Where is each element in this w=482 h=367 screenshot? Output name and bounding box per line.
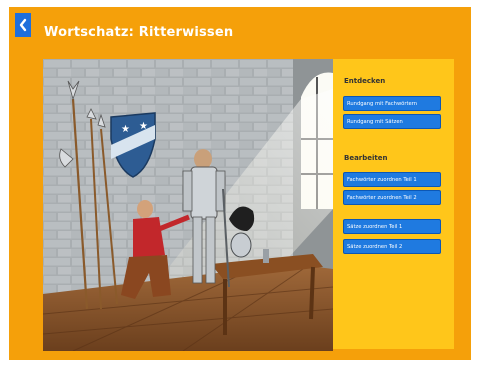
saetze-zuordnen-1-button[interactable]: Sätze zuordnen Teil 1 [343, 219, 441, 234]
rundgang-saetze-button[interactable]: Rundgang mit Sätzen [343, 114, 441, 129]
fachwoerter-zuordnen-2-button[interactable]: Fachwörter zuordnen Teil 2 [343, 190, 441, 205]
svg-text:★: ★ [121, 124, 130, 135]
rundgang-fachwoerter-button[interactable]: Rundgang mit Fachwörtern [343, 96, 441, 111]
back-button[interactable] [15, 13, 31, 37]
section-heading-entdecken: Entdecken [344, 77, 386, 85]
section-heading-bearbeiten: Bearbeiten [344, 154, 388, 162]
app-window: Wortschatz: Ritterwissen ★ ★ Entdecken R… [9, 7, 471, 360]
page-title: Wortschatz: Ritterwissen [44, 25, 234, 40]
chevron-left-icon [19, 18, 27, 32]
fachwoerter-zuordnen-1-button[interactable]: Fachwörter zuordnen Teil 1 [343, 172, 441, 187]
saetze-zuordnen-2-button[interactable]: Sätze zuordnen Teil 2 [343, 239, 441, 254]
activity-panel: Entdecken Rundgang mit Fachwörtern Rundg… [333, 59, 454, 349]
svg-text:★: ★ [139, 121, 148, 132]
knight-scene-illustration: ★ ★ [43, 59, 333, 351]
